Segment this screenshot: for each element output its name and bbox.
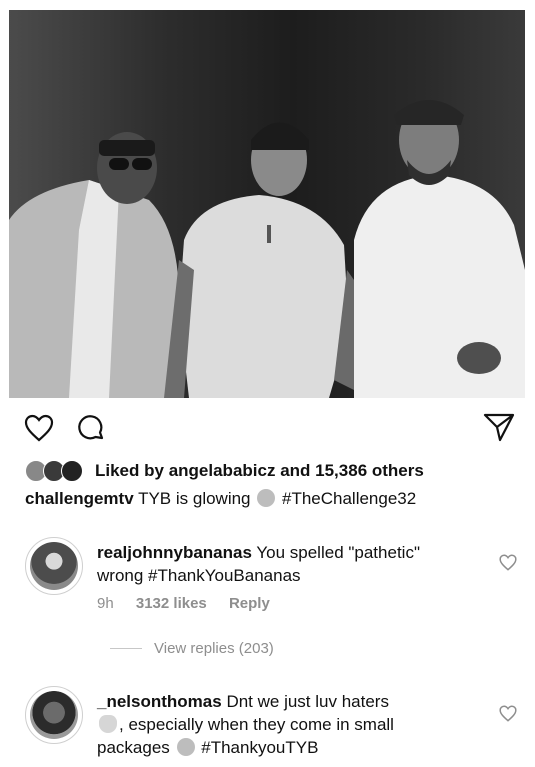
caption-text: TYB is glowing [138, 489, 251, 508]
view-replies[interactable]: View replies (203) [110, 640, 274, 657]
commenter-avatar[interactable] [25, 686, 83, 744]
comment-likes[interactable]: 3132 likes [136, 595, 207, 612]
share-icon[interactable] [483, 412, 515, 442]
view-replies-label[interactable]: View replies (203) [154, 640, 274, 657]
comment-icon[interactable] [76, 413, 106, 443]
liker-avatar [61, 460, 83, 482]
comment-text-line2: , especially when they come in small [119, 715, 394, 734]
small-heart-icon[interactable] [499, 705, 517, 722]
reply-button[interactable]: Reply [229, 595, 270, 612]
comment-username[interactable]: _nelsonthomas [97, 692, 222, 711]
action-bar [0, 398, 535, 454]
comment-item: _nelsonthomas Dnt we just luv haters , e… [25, 686, 525, 766]
avatar [30, 542, 78, 590]
banana-emoji-icon [99, 715, 117, 733]
person-right [354, 100, 525, 398]
comment-text-line1: Dnt we just luv haters [226, 692, 389, 711]
likes-prefix: Liked by [95, 461, 164, 480]
likes-summary[interactable]: Liked by angelababicz and 15,386 others [95, 461, 424, 481]
caption-hashtag[interactable]: #TheChallenge32 [282, 489, 416, 508]
comment-username[interactable]: realjohnnybananas [97, 543, 252, 562]
likes-rest[interactable]: and 15,386 others [280, 461, 424, 480]
photo-illustration [9, 100, 525, 398]
laughing-emoji-icon [176, 738, 195, 756]
heart-icon[interactable] [24, 414, 54, 442]
comment-text-line2: wrong #ThankYouBananas [97, 566, 301, 585]
person-middle [164, 122, 361, 398]
caption-username[interactable]: challengemtv [25, 489, 134, 508]
post-caption: challengemtv TYB is glowing #TheChalleng… [25, 489, 416, 509]
comment-item: realjohnnybananas You spelled "pathetic"… [25, 537, 525, 627]
person-left [9, 132, 179, 398]
likes-user[interactable]: angelababicz [169, 461, 276, 480]
comment-body: _nelsonthomas Dnt we just luv haters , e… [97, 690, 394, 759]
commenter-avatar[interactable] [25, 537, 83, 595]
comment-meta: 9h 3132 likes Reply [97, 595, 288, 612]
star-struck-emoji-icon [257, 489, 276, 507]
avatar [30, 691, 78, 739]
comment-text-line1: You spelled "pathetic" [256, 543, 420, 562]
comment-hashtag[interactable]: #ThankyouTYB [201, 738, 318, 757]
small-heart-icon[interactable] [499, 554, 517, 571]
liker-avatars[interactable] [25, 460, 91, 482]
comment-text-line3: packages [97, 738, 170, 757]
comment-body: realjohnnybananas You spelled "pathetic"… [97, 541, 420, 587]
divider [110, 648, 142, 649]
likes-row: Liked by angelababicz and 15,386 others [25, 459, 525, 483]
post-photo[interactable] [9, 10, 525, 398]
comment-time: 9h [97, 595, 114, 612]
